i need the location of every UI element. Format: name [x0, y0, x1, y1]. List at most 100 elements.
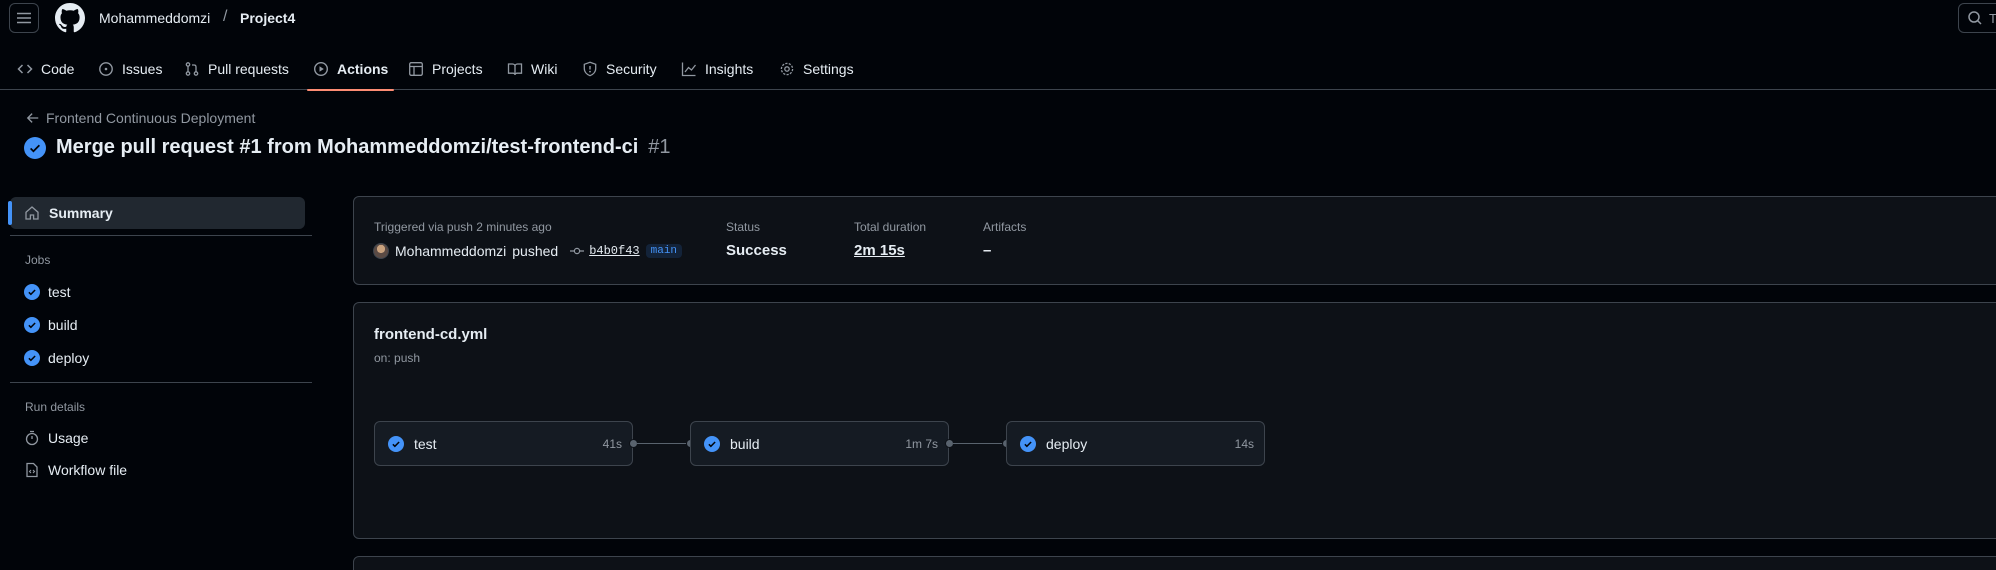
- graph-icon: [681, 61, 697, 77]
- check-circle-icon: [704, 435, 720, 452]
- tab-label: Issues: [122, 61, 163, 77]
- trigger-details: Mohammeddomzi pushed b4b0f43 main: [373, 243, 683, 259]
- sidebar-item-job-test[interactable]: test: [24, 284, 71, 300]
- sidebar-item-label: test: [48, 284, 71, 300]
- commit-link[interactable]: b4b0f43: [570, 244, 640, 258]
- page-title: Merge pull request #1 from Mohammeddomzi…: [24, 136, 671, 159]
- workflow-trigger: on: push: [374, 351, 421, 365]
- duration-value[interactable]: 2m 15s: [854, 242, 905, 259]
- artifacts-value: –: [983, 242, 992, 259]
- job-duration: 41s: [602, 436, 622, 451]
- artifacts-label: Artifacts: [983, 220, 1027, 234]
- back-to-workflow-link[interactable]: Frontend Continuous Deployment: [26, 110, 255, 126]
- hamburger-icon: [17, 12, 31, 24]
- tab-label: Settings: [803, 61, 854, 77]
- workflow-file-name: frontend-cd.yml: [374, 326, 488, 343]
- repo-nav: Code Issues Pull requests Actions Projec…: [0, 48, 1996, 91]
- sidebar-item-label: deploy: [48, 350, 90, 366]
- job-name: build: [730, 435, 760, 452]
- job-connector: [637, 443, 689, 444]
- sidebar-item-label: Usage: [48, 430, 89, 446]
- run-number: #1: [648, 136, 671, 158]
- commit-icon: [570, 247, 585, 255]
- search-button[interactable]: T: [1958, 3, 1996, 33]
- duration-label: Total duration: [854, 220, 927, 234]
- breadcrumb-owner[interactable]: Mohammeddomzi: [99, 10, 210, 26]
- tab-label: Wiki: [531, 61, 558, 77]
- check-circle-icon: [1020, 435, 1036, 452]
- check-circle-icon: [24, 350, 40, 366]
- back-link-label: Frontend Continuous Deployment: [46, 110, 256, 126]
- github-logo-icon[interactable]: [55, 3, 85, 33]
- actor-name[interactable]: Mohammeddomzi: [395, 243, 506, 259]
- shield-icon: [582, 61, 598, 77]
- sidebar-heading-jobs: Jobs: [25, 253, 51, 267]
- tab-label: Insights: [705, 61, 754, 77]
- job-node-build[interactable]: build 1m 7s: [690, 421, 949, 466]
- sidebar-divider: [10, 382, 312, 383]
- top-bar: Mohammeddomzi / Project4 T: [0, 0, 1996, 38]
- issue-icon: [98, 61, 114, 77]
- job-name: deploy: [1046, 435, 1088, 452]
- tab-settings[interactable]: Settings: [779, 48, 854, 90]
- avatar[interactable]: [373, 243, 389, 259]
- sidebar-item-label: Summary: [49, 205, 113, 221]
- job-duration: 1m 7s: [905, 436, 938, 451]
- home-icon: [25, 206, 39, 220]
- tab-security[interactable]: Security: [582, 48, 657, 90]
- job-duration: 14s: [1234, 436, 1254, 451]
- sidebar-item-summary[interactable]: Summary: [8, 197, 305, 229]
- stopwatch-icon: [24, 430, 40, 446]
- sidebar-item-usage[interactable]: Usage: [24, 430, 88, 446]
- next-section-card: [353, 556, 1996, 570]
- job-name: test: [414, 435, 437, 452]
- run-title-text: Merge pull request #1 from Mohammeddomzi…: [56, 136, 639, 158]
- sidebar-item-label: Workflow file: [48, 462, 128, 478]
- job-node-deploy[interactable]: deploy 14s: [1006, 421, 1265, 466]
- tab-label: Actions: [337, 61, 389, 77]
- play-icon: [313, 61, 329, 77]
- status-label: Status: [726, 220, 761, 234]
- arrow-left-icon: [26, 113, 39, 123]
- tab-wiki[interactable]: Wiki: [507, 48, 557, 90]
- menu-button[interactable]: [9, 3, 39, 33]
- tab-label: Projects: [432, 61, 483, 77]
- sidebar-divider: [10, 235, 312, 236]
- table-icon: [408, 61, 424, 77]
- job-connector: [953, 443, 1005, 444]
- code-icon: [17, 61, 33, 77]
- sidebar-heading-run-details: Run details: [25, 400, 86, 414]
- sidebar-item-job-build[interactable]: build: [24, 317, 78, 333]
- branch-badge[interactable]: main: [645, 244, 683, 258]
- breadcrumb-separator: /: [223, 8, 228, 25]
- trigger-text: Triggered via push 2 minutes ago: [374, 220, 552, 234]
- gear-icon: [779, 61, 795, 77]
- job-node-test[interactable]: test 41s: [374, 421, 633, 466]
- file-code-icon: [24, 462, 40, 478]
- status-value: Success: [726, 242, 787, 259]
- tab-projects[interactable]: Projects: [408, 48, 483, 90]
- run-summary-card: [353, 196, 1996, 285]
- check-circle-icon: [24, 284, 40, 300]
- book-icon: [507, 61, 523, 77]
- tab-insights[interactable]: Insights: [681, 48, 753, 90]
- tab-label: Security: [606, 61, 657, 77]
- tab-label: Pull requests: [208, 61, 289, 77]
- pull-request-icon: [184, 61, 200, 77]
- sidebar-item-label: build: [48, 317, 78, 333]
- tab-issues[interactable]: Issues: [98, 48, 162, 90]
- check-circle-icon: [24, 136, 46, 159]
- search-hint: T: [1989, 10, 1996, 26]
- tab-label: Code: [41, 61, 75, 77]
- check-circle-icon: [388, 435, 404, 452]
- sidebar-item-workflow-file[interactable]: Workflow file: [24, 462, 127, 478]
- breadcrumb-repo[interactable]: Project4: [240, 10, 295, 26]
- tab-code[interactable]: Code: [17, 48, 74, 90]
- tab-pull-requests[interactable]: Pull requests: [184, 48, 289, 90]
- search-icon: [1968, 11, 1982, 25]
- sidebar-item-job-deploy[interactable]: deploy: [24, 350, 89, 366]
- check-circle-icon: [24, 317, 40, 333]
- tab-actions[interactable]: Actions: [306, 48, 395, 91]
- commit-sha: b4b0f43: [589, 244, 640, 258]
- actor-action: pushed: [512, 243, 559, 259]
